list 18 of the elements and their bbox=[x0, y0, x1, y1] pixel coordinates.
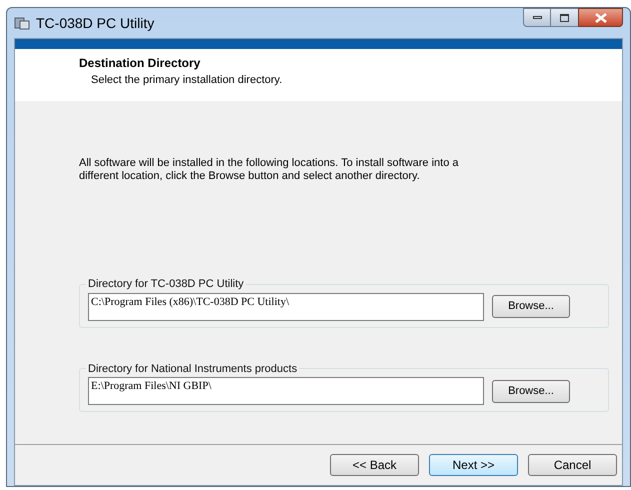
wizard-button[interactable]: << Back bbox=[330, 454, 419, 476]
minimize-button[interactable] bbox=[523, 8, 551, 27]
header-subtitle: Select the primary installation directory. bbox=[90, 73, 284, 88]
installer-icon bbox=[14, 15, 30, 31]
maximize-button[interactable] bbox=[551, 8, 578, 27]
group-label: Directory for TC-038D PC Utility bbox=[87, 277, 245, 292]
header-title: Destination Directory bbox=[79, 55, 202, 72]
close-button[interactable] bbox=[578, 8, 623, 27]
wizard-button[interactable]: Cancel bbox=[528, 454, 617, 476]
close-icon bbox=[594, 12, 606, 22]
wizard-button[interactable]: Next >> bbox=[429, 454, 518, 476]
browse-button[interactable]: Browse... bbox=[492, 295, 570, 318]
window-title: TC-038D PC Utility bbox=[36, 14, 154, 33]
path-field[interactable]: C:\Program Files (x86)\TC-038D PC Utility\ bbox=[88, 292, 484, 320]
group-label: Directory for National Instruments products bbox=[87, 362, 298, 376]
browse-button[interactable]: Browse... bbox=[492, 380, 570, 402]
intro-text: All software will be installed in the following locations. To install software into a different location, click the Browse button and select another directory. bbox=[79, 157, 460, 183]
path-field[interactable]: E:\Program Files\NI GBIP\ bbox=[88, 377, 484, 405]
